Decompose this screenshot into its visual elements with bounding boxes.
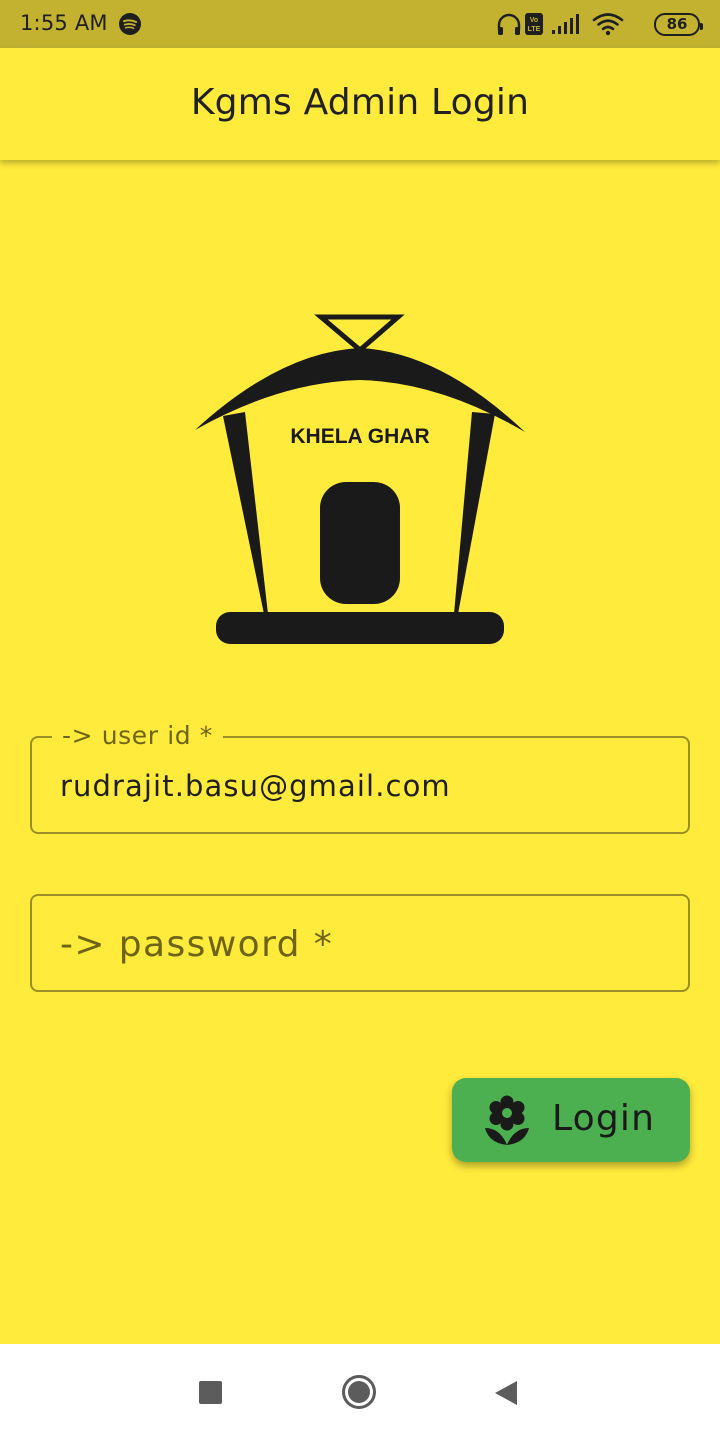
battery-tip	[700, 23, 703, 30]
battery-level: 86	[666, 15, 688, 33]
battery-icon: 86	[654, 13, 703, 36]
headphones-icon	[497, 13, 521, 35]
user-id-label: -> user id *	[52, 720, 223, 752]
nav-home-icon[interactable]	[341, 1374, 377, 1410]
svg-text:Vo: Vo	[530, 17, 538, 24]
nav-recents-icon[interactable]	[199, 1381, 222, 1404]
user-id-input[interactable]	[60, 766, 660, 806]
login-button[interactable]: Login	[452, 1078, 690, 1162]
app-bar: Kgms Admin Login	[0, 48, 720, 160]
password-field[interactable]	[30, 894, 690, 992]
wifi-icon	[592, 13, 624, 36]
nav-back-icon[interactable]	[493, 1379, 519, 1407]
logo-text: KHELA GHAR	[290, 425, 429, 448]
status-time: 1:55 AM	[20, 11, 108, 35]
user-id-field[interactable]: -> user id *	[30, 720, 690, 834]
spotify-icon	[119, 13, 141, 35]
page-title: Kgms Admin Login	[190, 82, 530, 123]
system-nav-bar	[0, 1344, 720, 1440]
svg-text:LTE: LTE	[528, 26, 541, 33]
signal-icon	[552, 14, 579, 34]
volte-icon: Vo LTE	[525, 13, 543, 35]
status-icons: Vo LTE 86	[480, 10, 703, 38]
khela-ghar-logo: KHELA GHAR	[195, 314, 525, 644]
status-bar: 1:55 AM Vo LTE 86	[0, 0, 720, 48]
password-input[interactable]	[60, 920, 660, 968]
login-button-label: Login	[552, 1098, 656, 1139]
flower-icon	[485, 1095, 529, 1145]
